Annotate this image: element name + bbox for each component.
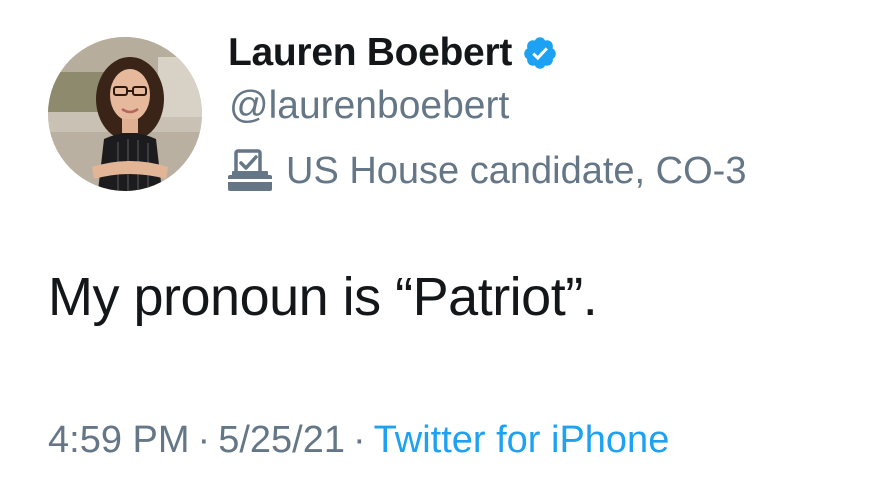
tweet-time[interactable]: 4:59 PM — [48, 419, 190, 461]
user-handle[interactable]: @laurenboebert — [229, 84, 509, 128]
display-name[interactable]: Lauren Boebert — [228, 31, 512, 75]
ballot-box-icon — [226, 149, 274, 193]
tweet-card: Lauren Boebert @laurenboebert US House c… — [0, 0, 895, 489]
source-link[interactable]: Twitter for iPhone — [374, 419, 670, 461]
candidate-label-row: US House candidate, CO-3 — [226, 145, 746, 197]
avatar[interactable] — [48, 37, 202, 191]
meta-separator: · — [197, 419, 211, 461]
verified-badge-icon — [522, 35, 558, 71]
candidate-label: US House candidate, CO-3 — [286, 149, 747, 192]
avatar-image — [48, 37, 202, 191]
author-name-row[interactable]: Lauren Boebert — [228, 28, 558, 78]
tweet-meta: 4:59 PM · 5/25/21 · Twitter for iPhone — [48, 419, 669, 462]
tweet-date[interactable]: 5/25/21 — [218, 419, 345, 461]
tweet-text: My pronoun is “Patriot”. — [48, 267, 598, 327]
meta-separator: · — [352, 419, 366, 461]
